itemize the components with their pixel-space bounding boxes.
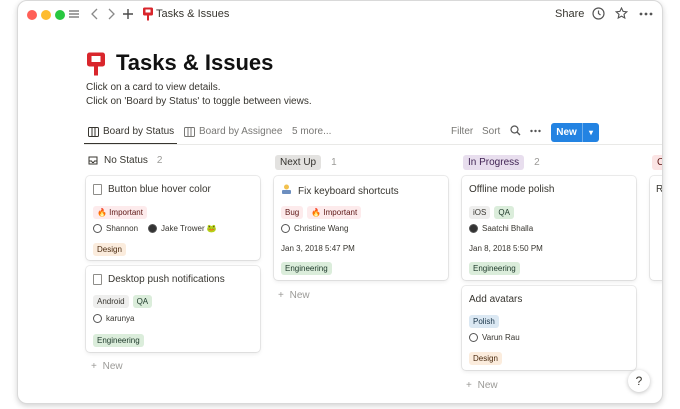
column-new-button[interactable]: + New [91,361,123,372]
page-description-line1: Click on a card to view details. [86,82,221,93]
card-partial[interactable]: Re [650,176,663,280]
person-at-computer-icon [281,184,292,198]
menu-icon[interactable] [68,6,80,24]
avatar [93,224,102,233]
pushpin-emoji-icon [142,7,154,21]
tab-board-by-assignee[interactable]: Board by Assignee [184,126,282,137]
tag-bug: Bug [281,206,304,219]
close-window-button[interactable] [27,10,37,20]
board-icon [88,126,99,137]
tag-qa: QA [132,295,153,308]
card-title: Button blue hover color [108,184,211,195]
tag-important: 🔥 Important [93,206,147,219]
tag-android: Android [93,295,129,308]
column-name: No Status [104,155,148,166]
avatar [93,314,102,323]
inbox-icon [88,156,98,165]
tab-label: 5 more... [292,126,332,137]
star-icon[interactable] [614,6,629,24]
document-icon [93,184,102,195]
more-views-button[interactable]: 5 more... [292,126,331,137]
tab-label: Board by Status [103,126,175,137]
avatar [469,333,478,342]
help-button[interactable]: ? [628,370,650,392]
tag-engineering: Engineering [93,334,144,347]
column-name: In Progress [463,155,525,170]
column-header-in-progress[interactable]: In Progress 2 [463,155,540,170]
column-name: C [652,155,662,170]
assignee-name: karunya [106,314,135,323]
tab-label: Board by Assignee [199,126,283,137]
tag-important: 🔥 Important [307,206,362,219]
assignee-name: Varun Rau [482,333,520,342]
page-icon[interactable] [86,52,106,76]
forward-arrow-icon[interactable] [106,6,116,24]
clock-icon[interactable] [592,6,605,24]
tag-design: Design [93,243,126,256]
assignee-name: Saatchi Bhalla [482,224,534,233]
back-arrow-icon[interactable] [90,6,100,24]
tag-design: Design [469,352,502,365]
top-bar: Tasks & Issues Share [18,1,662,29]
assignee-name: Shannon [106,224,139,233]
card-desktop-push[interactable]: Desktop push notifications Android QA ka… [86,266,260,352]
board-icon [184,126,195,137]
tag-engineering: Engineering [281,262,332,275]
avatar [469,224,478,233]
app-window: Tasks & Issues Share Tasks & Issues Clic… [17,0,663,404]
column-header-no-status[interactable]: No Status 2 [88,155,162,166]
sort-button[interactable]: Sort [482,126,500,137]
column-new-button[interactable]: + New [278,290,310,301]
new-button[interactable]: New ▾ [551,123,599,142]
avatar [281,224,290,233]
view-options-icon[interactable] [530,127,541,138]
card-title: Fix keyboard shortcuts [298,185,399,197]
page-title: Tasks & Issues [116,50,274,75]
plus-icon: + [278,290,284,301]
tag-qa: QA [494,206,514,219]
column-header-next-up[interactable]: Next Up 1 [275,155,337,170]
card-date: Jan 3, 2018 5:47 PM [281,244,355,253]
card-date: Jan 8, 2018 5:50 PM [469,244,543,253]
card-add-avatars[interactable]: Add avatars Polish Varun Rau Design [462,286,636,370]
more-icon[interactable] [639,6,653,24]
assignee-name: Jake Trower 🐸 [161,224,217,233]
plus-icon: + [466,380,472,391]
views-divider [84,144,662,145]
card-title: Add avatars [469,294,523,305]
avatar [148,224,158,233]
document-icon [93,274,102,285]
card-offline-mode[interactable]: Offline mode polish iOS QA Saatchi Bhall… [462,176,636,280]
column-count: 2 [534,157,540,168]
plus-icon: + [91,361,97,372]
card-title: Re [656,184,663,195]
chevron-down-icon[interactable]: ▾ [583,128,599,137]
plus-icon[interactable] [122,6,134,24]
breadcrumb-title[interactable]: Tasks & Issues [156,8,229,20]
new-button-label: New [556,127,577,138]
column-header-partial[interactable]: C [652,155,662,170]
card-button-blue-hover[interactable]: Button blue hover color 🔥 Important Shan… [86,176,260,260]
column-new-button[interactable]: + New [466,380,498,391]
filter-button[interactable]: Filter [451,126,473,137]
card-fix-keyboard[interactable]: Fix keyboard shortcuts Bug 🔥 Important C… [274,176,448,280]
minimize-window-button[interactable] [41,10,51,20]
card-title: Offline mode polish [469,184,555,195]
column-name: Next Up [275,155,322,170]
column-count: 2 [156,155,163,166]
share-button[interactable]: Share [555,8,584,20]
tag-polish: Polish [469,315,499,328]
card-title: Desktop push notifications [108,274,225,285]
search-icon[interactable] [510,125,521,139]
tag-ios: iOS [469,206,491,219]
maximize-window-button[interactable] [55,10,65,20]
column-count: 1 [331,157,337,168]
tag-engineering: Engineering [469,262,520,275]
tab-board-by-status[interactable]: Board by Status [88,126,174,137]
page-description-line2: Click on 'Board by Status' to toggle bet… [86,96,312,107]
assignee-name: Christine Wang [294,224,349,233]
